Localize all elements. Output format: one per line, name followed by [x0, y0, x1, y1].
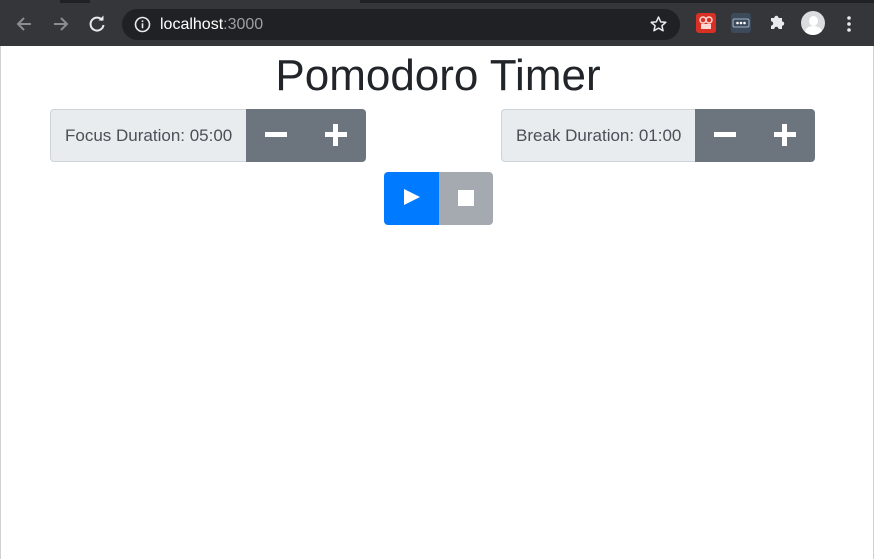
break-decrease-button[interactable] — [695, 109, 756, 162]
page-title: Pomodoro Timer — [275, 51, 601, 100]
profile-avatar[interactable] — [801, 11, 825, 35]
tab-strip-edge — [360, 0, 874, 3]
tab-strip-edge — [60, 0, 90, 3]
minus-icon — [265, 132, 288, 137]
url-text[interactable]: localhost:3000 — [160, 15, 263, 34]
avatar-head — [809, 16, 818, 26]
arrow-left-icon — [16, 17, 31, 31]
url-port: :3000 — [223, 16, 264, 33]
browser-toolbar: localhost:3000 — [0, 0, 874, 46]
focus-decrease-button[interactable] — [246, 109, 307, 162]
address-bar[interactable]: localhost:3000 — [122, 9, 680, 40]
focus-increase-button[interactable] — [306, 109, 367, 162]
info-icon[interactable] — [134, 16, 151, 33]
minus-icon — [714, 132, 737, 137]
url-host: localhost — [160, 16, 224, 33]
extension-icon[interactable] — [696, 13, 716, 33]
arrow-right-icon — [54, 17, 69, 31]
break-increase-button[interactable] — [755, 109, 816, 162]
kebab-menu-icon[interactable] — [843, 14, 855, 34]
play-icon — [404, 189, 420, 205]
stop-button[interactable] — [439, 172, 493, 225]
timer-controls — [384, 172, 493, 225]
page-viewport: Pomodoro Timer Focus Duration: 05:00 Bre… — [0, 46, 874, 559]
break-duration-group: Break Duration: 01:00 — [501, 109, 816, 162]
stop-icon — [458, 190, 474, 206]
dots-icon — [732, 18, 750, 28]
extension-glyph-icon — [699, 16, 713, 29]
avatar-body — [805, 26, 822, 35]
puzzle-icon[interactable] — [767, 13, 787, 33]
star-icon[interactable] — [649, 15, 668, 34]
play-button[interactable] — [384, 172, 439, 225]
forward-button[interactable] — [49, 12, 73, 36]
back-button[interactable] — [12, 12, 36, 36]
extension-icon[interactable] — [731, 13, 751, 33]
reload-button[interactable] — [85, 12, 109, 36]
reload-icon — [89, 15, 105, 32]
break-duration-label: Break Duration: 01:00 — [501, 109, 696, 162]
focus-duration-label: Focus Duration: 05:00 — [50, 109, 247, 162]
focus-duration-group: Focus Duration: 05:00 — [50, 109, 367, 162]
